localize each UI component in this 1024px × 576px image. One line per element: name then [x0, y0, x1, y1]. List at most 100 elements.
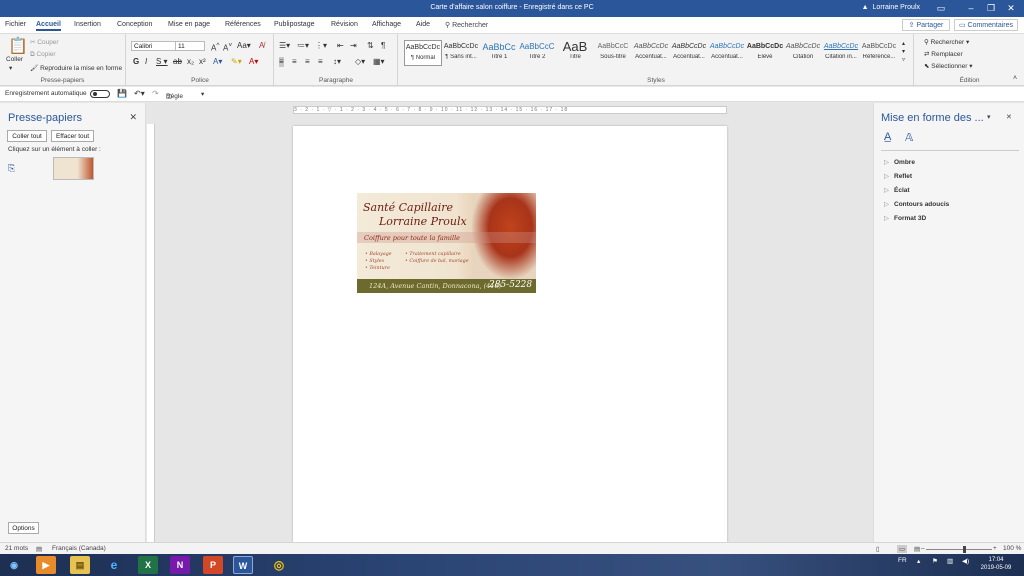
flag-icon[interactable]: ⚑	[932, 557, 938, 565]
highlight-icon[interactable]: ✎▾	[231, 57, 242, 67]
internet-explorer-icon[interactable]: e	[104, 556, 124, 574]
media-player-icon[interactable]: ▶	[36, 556, 56, 574]
vertical-ruler[interactable]	[147, 124, 155, 542]
tab-references[interactable]: Références	[225, 21, 261, 28]
increase-indent-icon[interactable]: ⇥	[350, 41, 357, 51]
style-emphasis[interactable]: AaBbCcDc Accentuat...	[670, 40, 708, 66]
text-effects-icon[interactable]: 𝔸	[905, 131, 913, 144]
style-heading-2[interactable]: AaBbCcC Titre 2	[518, 40, 556, 66]
find-button[interactable]: ⚲ Rechercher ▾	[924, 38, 969, 46]
tab-aide[interactable]: Aide	[416, 21, 430, 28]
shrink-font-icon[interactable]: A˅	[223, 41, 232, 54]
powerpoint-icon[interactable]: P	[203, 556, 223, 574]
bold-icon[interactable]: G	[133, 57, 139, 67]
style-no-spacing[interactable]: AaBbCcDc ¶ Sans int...	[442, 40, 480, 66]
clear-all-button[interactable]: Effacer tout	[51, 130, 94, 142]
subscript-icon[interactable]: x₂	[187, 57, 194, 67]
volume-icon[interactable]: ◀)	[962, 557, 969, 565]
align-center-icon[interactable]: ≡	[292, 57, 297, 67]
multilevel-list-icon[interactable]: ⋮▾	[315, 41, 327, 51]
style-quote[interactable]: AaBbCcDc Citation	[784, 40, 822, 66]
chrome-icon[interactable]: ◎	[269, 556, 289, 574]
style-subtitle[interactable]: AaBbCcC Sous-titre	[594, 40, 632, 66]
close-icon[interactable]: ✕	[1006, 113, 1012, 121]
grow-font-icon[interactable]: A^	[211, 41, 219, 54]
tab-revision[interactable]: Révision	[331, 21, 358, 28]
style-intense-quote[interactable]: AaBbCcDc Citation in...	[822, 40, 860, 66]
replace-button[interactable]: ⇄ Remplacer	[924, 50, 963, 58]
text-effects-icon[interactable]: A▾	[213, 57, 222, 67]
clear-formatting-icon[interactable]: A̸	[259, 41, 264, 51]
file-explorer-icon[interactable]: ▤	[70, 556, 90, 574]
tab-accueil[interactable]: Accueil	[36, 21, 61, 31]
zoom-out-icon[interactable]: –	[921, 545, 925, 552]
undo-icon[interactable]: ↶▾	[134, 89, 145, 98]
copy-button[interactable]: ⧉ Copier	[30, 51, 56, 59]
pane-options-icon[interactable]: ▾	[987, 113, 991, 121]
user-account[interactable]: ▲ Lorraine Proulx	[862, 4, 920, 11]
style-strong[interactable]: AaBbCcDc Élevé	[746, 40, 784, 66]
excel-icon[interactable]: X	[138, 556, 158, 574]
format-section-reflection[interactable]: ▷ Reflet	[884, 172, 912, 180]
tab-affichage[interactable]: Affichage	[372, 21, 401, 28]
styles-scroll-icon[interactable]: ▴ ▾ ▿	[902, 40, 905, 64]
show-marks-icon[interactable]: ¶	[381, 41, 385, 51]
options-button[interactable]: Options	[8, 522, 39, 534]
tab-fichier[interactable]: Fichier	[5, 21, 26, 28]
language-indicator[interactable]: Français (Canada)	[52, 545, 106, 552]
language-indicator[interactable]: FR	[898, 557, 907, 564]
comments-button[interactable]: ▭ Commentaires	[954, 19, 1018, 31]
paste-button[interactable]: Coller	[6, 56, 23, 63]
style-normal[interactable]: AaBbCcDc ¶ Normal	[404, 40, 442, 66]
close-icon[interactable]: ✕	[996, 0, 1024, 17]
collapse-ribbon-icon[interactable]: ˄	[1013, 74, 1017, 84]
borders-icon[interactable]: ▦▾	[373, 57, 385, 67]
zoom-slider-thumb[interactable]	[963, 546, 966, 553]
business-card-image[interactable]: Santé Capillaire Lorraine Proulx Coiffur…	[357, 193, 536, 293]
zoom-slider[interactable]	[926, 549, 992, 550]
word-count[interactable]: 21 mots	[5, 545, 28, 552]
network-icon[interactable]: ▥	[947, 557, 953, 565]
cut-button[interactable]: ✂ Couper	[30, 38, 59, 46]
style-heading-1[interactable]: AaBbCc Titre 1	[480, 40, 518, 66]
share-button[interactable]: ⇪ Partager	[902, 19, 950, 31]
horizontal-ruler[interactable]: 3 · 2 · 1 · ▽ · 1 · 2 · 3 · 4 · 5 · 6 · …	[293, 106, 727, 114]
word-icon[interactable]: W	[233, 556, 253, 574]
format-section-glow[interactable]: ▷ Éclat	[884, 186, 910, 194]
underline-icon[interactable]: S ▾	[156, 57, 168, 67]
print-layout-icon[interactable]: ▭	[897, 545, 908, 553]
italic-icon[interactable]: I	[145, 57, 147, 67]
zoom-level[interactable]: 100 %	[1003, 545, 1021, 552]
sort-icon[interactable]: ⇅	[367, 41, 374, 51]
font-name-combo[interactable]: Calibri	[131, 41, 177, 51]
close-icon[interactable]: ✕	[129, 112, 137, 123]
clipboard-item-thumbnail[interactable]	[53, 157, 94, 180]
shading-icon[interactable]: ◇▾	[355, 57, 365, 67]
tab-insertion[interactable]: Insertion	[74, 21, 101, 28]
strikethrough-icon[interactable]: ab	[173, 57, 182, 67]
tray-arrow-icon[interactable]: ▴	[917, 557, 920, 565]
zoom-in-icon[interactable]: +	[993, 545, 997, 552]
style-subtle-emphasis[interactable]: AaBbCcDc Accentuat...	[632, 40, 670, 66]
format-painter-button[interactable]: 🖌 Reproduire la mise en forme	[30, 64, 122, 72]
proofing-icon[interactable]: ▤	[36, 545, 42, 553]
decrease-indent-icon[interactable]: ⇤	[337, 41, 344, 51]
tab-conception[interactable]: Conception	[117, 21, 152, 28]
paste-dropdown-icon[interactable]: ▾	[9, 64, 12, 72]
customize-qat-icon[interactable]: ▾	[201, 90, 204, 98]
tab-mise-en-page[interactable]: Mise en page	[168, 21, 210, 28]
align-right-icon[interactable]: ≡	[305, 57, 310, 67]
system-clock[interactable]: 17:04 2019-05-09	[976, 556, 1016, 572]
tab-publipostage[interactable]: Publipostage	[274, 21, 314, 28]
start-icon[interactable]: ◉	[4, 556, 24, 574]
numbering-icon[interactable]: ≔▾	[297, 41, 309, 51]
select-button[interactable]: ⬉ Sélectionner ▾	[924, 62, 972, 70]
format-section-shadow[interactable]: ▷ Ombre	[884, 158, 915, 166]
ribbon-display-icon[interactable]: ▭	[926, 0, 956, 17]
autosave-toggle[interactable]	[90, 90, 110, 98]
font-size-combo[interactable]: 11	[175, 41, 205, 51]
fill-line-icon[interactable]: A̲	[884, 131, 891, 143]
redo-icon[interactable]: ↷	[152, 89, 159, 98]
align-left-icon[interactable]: ≡	[279, 57, 284, 67]
paste-all-button[interactable]: Coller tout	[7, 130, 47, 142]
